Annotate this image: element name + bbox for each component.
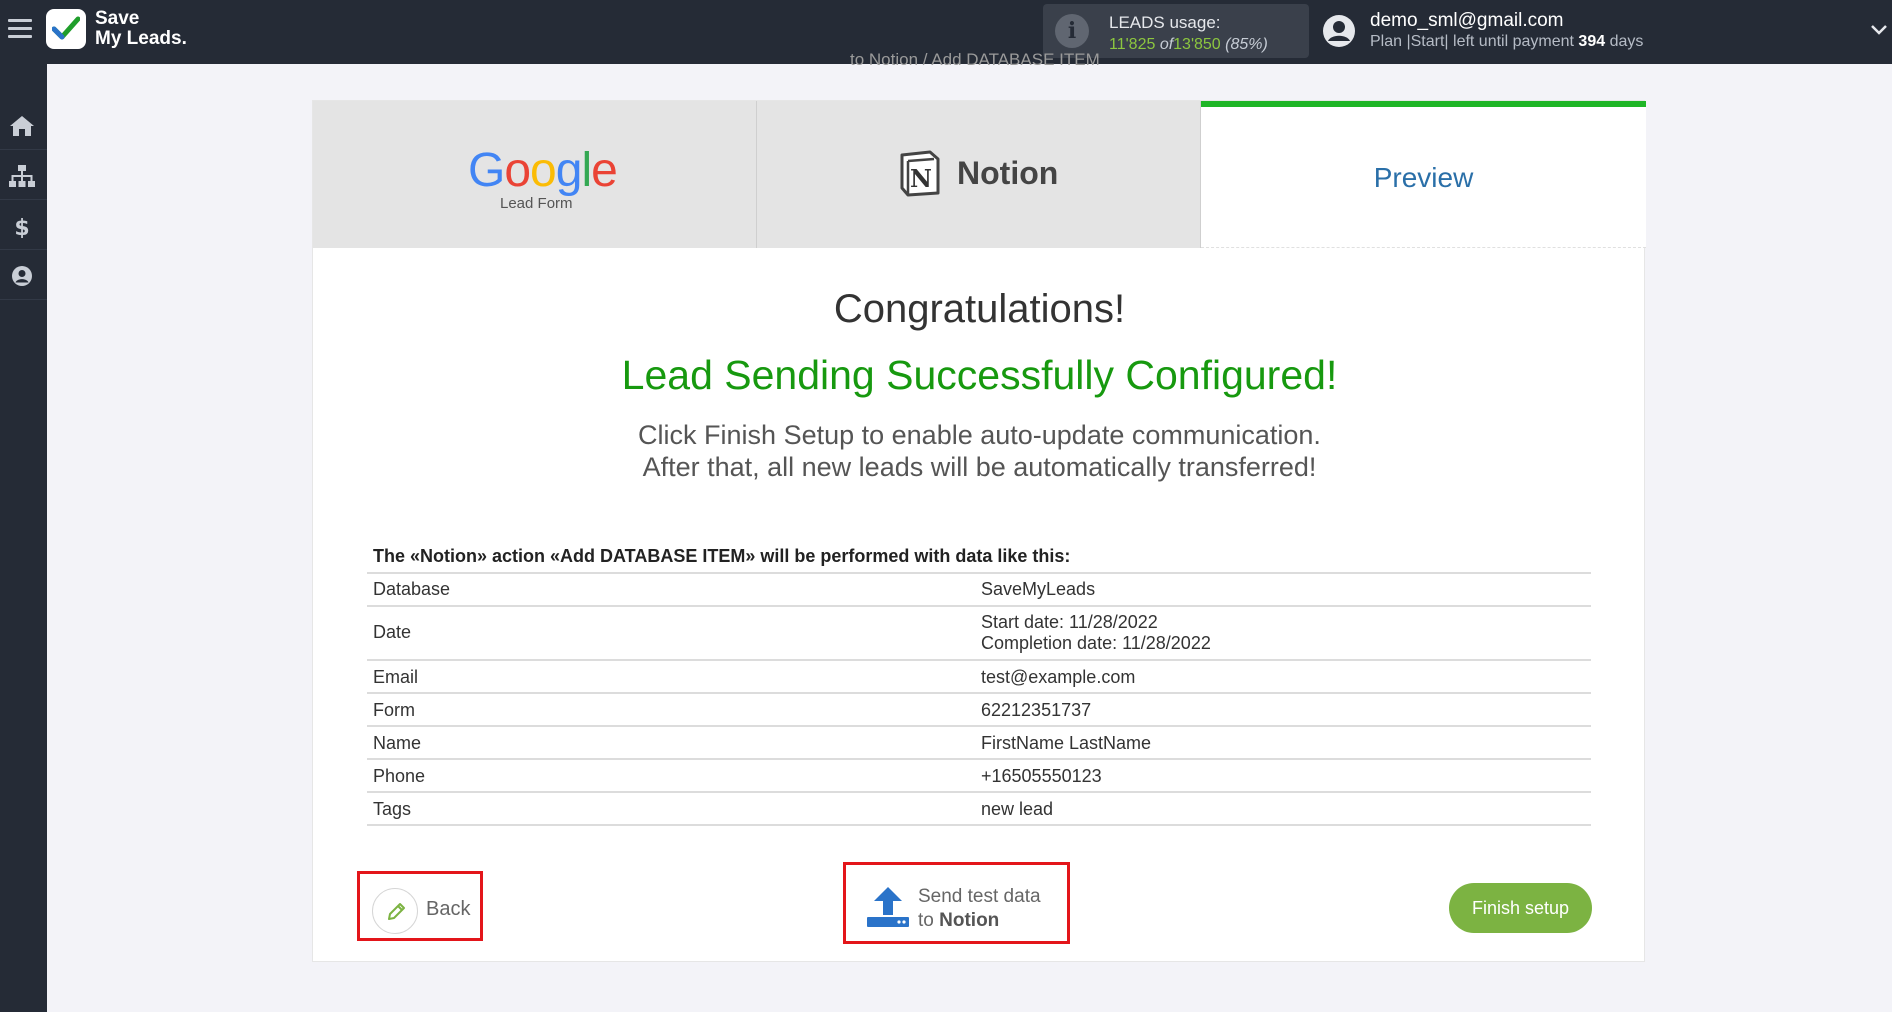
notion-tab-label: Notion [957,155,1059,191]
send-to: to [918,910,934,931]
table-row: Form 62212351737 [367,694,1591,727]
row-key: Phone [373,766,426,786]
completion-date: Completion date: 11/28/2022 [981,633,1211,653]
back-icon-circle [372,888,418,934]
svg-text:$: $ [14,216,29,238]
tab-notion[interactable]: N Notion [757,101,1201,248]
tab-preview[interactable]: Preview [1201,101,1646,248]
row-value: SaveMyLeads [981,579,1096,599]
row-value: 62212351737 [981,700,1092,720]
account-plan: Plan |Start| left until payment 394 days [1370,33,1643,51]
table-row: Database SaveMyLeads [367,574,1591,607]
sitemap-icon [9,165,35,187]
svg-text:N: N [910,164,932,193]
notion-logo-icon: N [900,150,940,197]
instructions-line-1: Click Finish Setup to enable auto-update… [638,420,1321,450]
preview-data-table: Database SaveMyLeads Date Start date: 11… [367,572,1591,826]
instructions-line-2: After that, all new leads will be automa… [642,452,1317,482]
start-date: Start date: 11/28/2022 [981,612,1158,632]
chevron-down-icon[interactable] [1870,20,1888,38]
google-logo: Google [468,144,618,197]
row-key: Name [373,733,422,753]
sidebar-item-home[interactable] [0,100,47,150]
logo-line-2: My Leads. [95,28,187,49]
row-key: Date [373,622,412,642]
action-description: The «Notion» action «Add DATABASE ITEM» … [373,546,1071,566]
table-row: Name FirstName LastName [367,727,1591,760]
usage-value: 11'825 of13'850 (85%) [1109,36,1268,54]
send-button-line-2: to Notion [918,910,999,932]
table-row: Email test@example.com [367,661,1591,694]
congrats-heading: Congratulations! [833,287,1126,331]
usage-used: 11'825 [1109,36,1156,53]
upload-icon [867,887,909,927]
profile-icon [12,266,32,286]
usage-percent: (85%) [1225,36,1268,53]
logo-line-1: Save [95,8,140,29]
plan-prefix: Plan |Start| left until payment [1370,33,1574,50]
page-subtitle: to Notion / Add DATABASE ITEM [850,50,1100,69]
plan-days-value: 394 [1578,33,1606,50]
row-value: +16505550123 [981,766,1102,786]
row-key: Email [373,667,419,687]
finish-setup-button[interactable]: Finish setup [1449,883,1592,933]
sidebar-item-connections[interactable] [0,150,47,200]
usage-of: of [1159,36,1174,53]
info-icon[interactable]: i [1055,14,1089,48]
row-key: Form [373,700,415,720]
table-row: Date Start date: 11/28/2022 Completion d… [367,607,1591,661]
user-avatar-icon[interactable] [1322,14,1356,48]
preview-tab-label: Preview [1373,162,1474,193]
row-value: new lead [981,799,1054,819]
checkmark-logo-icon[interactable] [46,9,86,49]
back-button-label: Back [426,898,471,920]
tab-google-lead-form[interactable]: Google Lead Form [313,101,757,248]
pencil-icon [388,903,405,920]
instructions-text: Click Finish Setup to enable auto-update… [313,419,1646,483]
row-value: FirstName LastName [981,733,1152,753]
sidebar-item-billing[interactable]: $ [0,200,47,250]
sidebar-item-profile[interactable] [0,250,47,300]
usage-label: LEADS usage: [1109,13,1221,32]
account-email[interactable]: demo_sml@gmail.com [1370,10,1564,32]
row-value: Start date: 11/28/2022 Completion date: … [981,612,1211,654]
back-button[interactable]: Back [357,871,483,941]
send-test-data-button[interactable]: Send test data to Notion [843,862,1070,944]
table-row: Phone +16505550123 [367,760,1591,793]
send-target: Notion [939,910,1000,931]
success-heading: Lead Sending Successfully Configured! [621,352,1338,398]
sidebar: $ [0,64,47,1012]
home-icon [10,116,34,136]
app-logo-text[interactable]: Save My Leads. [95,9,187,49]
row-key: Tags [373,799,412,819]
row-key: Database [373,579,451,599]
hamburger-icon[interactable] [8,19,32,43]
dollar-icon: $ [14,216,29,238]
row-value: test@example.com [981,667,1136,687]
send-button-line-1: Send test data [918,886,1041,907]
google-tab-subtitle: Lead Form [500,195,573,212]
usage-total: 13'850 [1173,36,1221,53]
setup-card: Google Lead Form N Notion Preview Congra… [312,100,1646,962]
plan-days-label: days [1609,33,1644,50]
table-row: Tags new lead [367,793,1591,826]
